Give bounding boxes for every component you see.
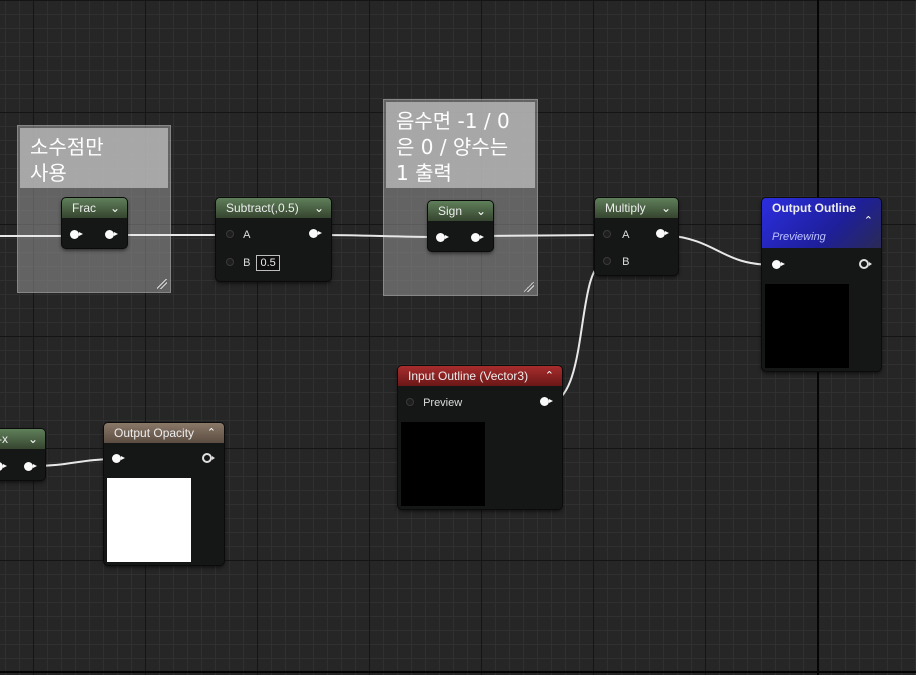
- output-pin[interactable]: [105, 228, 118, 244]
- output-pin[interactable]: [202, 452, 215, 468]
- partial-node[interactable]: -x ⌄: [0, 429, 45, 480]
- resize-grip-icon[interactable]: [157, 279, 167, 289]
- node-header[interactable]: Frac ⌄: [62, 198, 127, 218]
- preview-input-pin[interactable]: Preview: [406, 395, 462, 411]
- pin-label: Preview: [423, 397, 463, 409]
- previewing-label: Previewing: [772, 231, 826, 243]
- chevron-down-icon[interactable]: ⌄: [661, 198, 671, 218]
- node-header[interactable]: Multiply ⌄: [595, 198, 678, 218]
- node-header[interactable]: -x ⌄: [0, 429, 45, 449]
- output-pin[interactable]: [471, 231, 484, 247]
- chevron-up-icon[interactable]: ⌃: [864, 212, 873, 230]
- input-pin[interactable]: [772, 258, 785, 274]
- node-title: Subtract(,0.5): [226, 201, 299, 215]
- output-pin[interactable]: [24, 460, 37, 476]
- node-title: Multiply: [605, 201, 646, 215]
- chevron-up-icon[interactable]: ⌃: [545, 366, 554, 386]
- input-pin-b[interactable]: B: [603, 254, 629, 270]
- node-title: -x: [0, 432, 8, 446]
- output-outline-node[interactable]: Output Outline ⌃ Previewing: [762, 198, 881, 371]
- node-title: Sign: [438, 204, 463, 218]
- b-value-field[interactable]: 0.5: [256, 255, 280, 271]
- multiply-node[interactable]: Multiply ⌄ A B: [595, 198, 678, 275]
- chevron-down-icon[interactable]: ⌄: [28, 429, 38, 449]
- node-header[interactable]: Sign ⌄: [428, 201, 493, 221]
- node-title: Output Opacity: [114, 426, 195, 440]
- node-title: Input Outline (Vector3): [408, 369, 529, 383]
- pin-label: A: [622, 229, 630, 241]
- node-title: Frac: [72, 201, 96, 215]
- input-pin[interactable]: [436, 231, 449, 247]
- node-header[interactable]: Input Outline (Vector3) ⌃: [398, 366, 562, 386]
- output-pin[interactable]: [309, 227, 322, 243]
- pin-label: B: [243, 257, 251, 269]
- node-header[interactable]: Output Opacity ⌃: [104, 423, 224, 443]
- input-pin[interactable]: [112, 452, 125, 468]
- frac-node[interactable]: Frac ⌄: [62, 198, 127, 248]
- chevron-up-icon[interactable]: ⌃: [207, 423, 216, 443]
- input-pin-a[interactable]: A: [603, 227, 629, 243]
- pin-label: A: [243, 229, 251, 241]
- chevron-down-icon[interactable]: ⌄: [110, 198, 120, 218]
- output-pin[interactable]: [540, 395, 553, 411]
- preview-swatch: [107, 478, 191, 562]
- comment-box-sign[interactable]: 음수면 -1 / 0 은 0 / 양수는 1 출력: [383, 99, 538, 296]
- chevron-down-icon[interactable]: ⌄: [476, 201, 486, 221]
- comment-text[interactable]: 음수면 -1 / 0 은 0 / 양수는 1 출력: [386, 102, 535, 188]
- input-pin-b[interactable]: B 0.5: [226, 255, 280, 271]
- preview-swatch: [401, 422, 485, 506]
- output-pin[interactable]: [859, 258, 872, 274]
- node-header[interactable]: Output Outline ⌃ Previewing: [762, 198, 881, 248]
- sign-node[interactable]: Sign ⌄: [428, 201, 493, 251]
- input-pin-a[interactable]: A: [226, 227, 250, 243]
- pin-label: B: [622, 256, 630, 268]
- resize-grip-icon[interactable]: [524, 282, 534, 292]
- comment-text[interactable]: 소수점만 사용: [20, 128, 168, 188]
- grid-axis-horizontal: [0, 671, 916, 673]
- subtract-node[interactable]: Subtract(,0.5) ⌄ A B 0.5: [216, 198, 331, 281]
- preview-swatch: [765, 284, 849, 368]
- wire-multiply-to-output: [665, 234, 776, 266]
- input-outline-node[interactable]: Input Outline (Vector3) ⌃ Preview: [398, 366, 562, 509]
- node-title: Output Outline: [772, 201, 856, 215]
- input-pin[interactable]: [70, 228, 83, 244]
- output-pin[interactable]: [656, 227, 669, 243]
- input-pin[interactable]: [0, 460, 7, 476]
- node-header[interactable]: Subtract(,0.5) ⌄: [216, 198, 331, 218]
- chevron-down-icon[interactable]: ⌄: [314, 198, 324, 218]
- output-opacity-node[interactable]: Output Opacity ⌃: [104, 423, 224, 565]
